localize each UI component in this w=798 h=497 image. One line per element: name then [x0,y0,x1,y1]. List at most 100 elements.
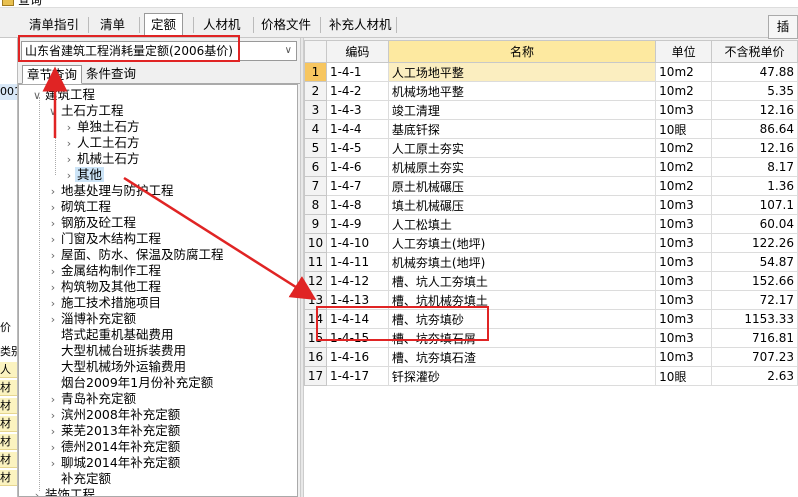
expand-icon[interactable]: › [47,264,59,280]
code-cell[interactable]: 1-4-1 [325,62,389,82]
expand-icon[interactable]: › [63,152,75,168]
table-row[interactable]: 12 1-4-12 槽、坑人工夯填土 10m3 152.66 [304,271,798,291]
column-header-price[interactable]: 不含税单价 [711,40,798,63]
name-cell[interactable]: 机械场地平整 [387,81,657,101]
table-row[interactable]: 5 1-4-5 人工原土夯实 10m2 12.16 [304,138,798,158]
expand-icon[interactable]: › [47,312,59,328]
row-number-cell[interactable]: 7 [304,176,327,196]
table-row[interactable]: 10 1-4-10 人工夯填土(地坪) 10m3 122.26 [304,233,798,253]
expand-icon[interactable]: › [47,200,59,216]
price-cell[interactable]: 1.36 [711,176,798,196]
unit-cell[interactable]: 10m2 [655,176,713,196]
column-header-name[interactable]: 名称 [387,40,657,63]
name-cell[interactable]: 机械夯填土(地坪) [387,252,657,272]
row-number-cell[interactable]: 10 [304,233,327,253]
price-cell[interactable]: 60.04 [711,214,798,234]
unit-cell[interactable]: 10眼 [655,366,713,386]
price-cell[interactable]: 1153.33 [711,309,798,329]
unit-cell[interactable]: 10m2 [655,138,713,158]
tree-node-binzhou-2008[interactable]: › 滨州2008年补充定额 [47,407,182,423]
tree-node-doors-windows[interactable]: › 门窗及木结构工程 [47,231,163,247]
tree-node-machine-transport[interactable]: 大型机械场外运输费用 [47,359,188,375]
name-cell[interactable]: 槽、坑夯填石渣 [387,347,657,367]
code-cell[interactable]: 1-4-9 [325,214,389,234]
name-cell[interactable]: 人工夯填土(地坪) [387,233,657,253]
code-cell[interactable]: 1-4-11 [325,252,389,272]
name-cell[interactable]: 机械原土夯实 [387,157,657,177]
tree-node-yantai-2009[interactable]: 烟台2009年1月份补充定额 [47,375,215,391]
tree-node-laiwu-2013[interactable]: › 莱芜2013年补充定额 [47,423,182,439]
expand-icon[interactable]: › [47,216,59,232]
table-row[interactable]: 8 1-4-8 填土机械碾压 10m3 107.1 [304,195,798,215]
name-cell[interactable]: 槽、坑机械夯填土 [387,290,657,310]
row-number-cell[interactable]: 12 [304,271,327,291]
table-row[interactable]: 13 1-4-13 槽、坑机械夯填土 10m3 72.17 [304,290,798,310]
row-number-cell[interactable]: 13 [304,290,327,310]
code-cell[interactable]: 1-4-14 [325,309,389,329]
name-cell[interactable]: 基底钎探 [387,119,657,139]
unit-cell[interactable]: 10m3 [655,100,713,120]
price-cell[interactable]: 72.17 [711,290,798,310]
row-number-cell[interactable]: 17 [304,366,327,386]
table-row[interactable]: 14 1-4-14 槽、坑夯填砂 10m3 1153.33 [304,309,798,329]
price-cell[interactable]: 12.16 [711,138,798,158]
tree-node-tower-crane[interactable]: 塔式起重机基础费用 [47,327,176,343]
table-row[interactable]: 2 1-4-2 机械场地平整 10m2 5.35 [304,81,798,101]
table-row[interactable]: 4 1-4-4 基底钎探 10眼 86.64 [304,119,798,139]
row-number-cell[interactable]: 6 [304,157,327,177]
code-cell[interactable]: 1-4-13 [325,290,389,310]
collapse-icon[interactable]: ∨ [47,104,59,120]
tab-bill[interactable]: 清单 [93,13,132,36]
unit-cell[interactable]: 10m3 [655,347,713,367]
name-cell[interactable]: 钎探灌砂 [387,366,657,386]
tree-node-rebar-concrete[interactable]: › 钢筋及砼工程 [47,215,138,231]
unit-cell[interactable]: 10m3 [655,252,713,272]
name-cell[interactable]: 槽、坑人工夯填土 [387,271,657,291]
code-cell[interactable]: 1-4-3 [325,100,389,120]
code-cell[interactable]: 1-4-17 [325,366,389,386]
table-row[interactable]: 17 1-4-17 钎探灌砂 10眼 2.63 [304,366,798,386]
unit-cell[interactable]: 10m3 [655,271,713,291]
unit-cell[interactable]: 10m3 [655,309,713,329]
expand-icon[interactable]: › [31,488,43,496]
name-cell[interactable]: 原土机械碾压 [387,176,657,196]
expand-icon[interactable]: › [47,296,59,312]
unit-cell[interactable]: 10m3 [655,214,713,234]
price-cell[interactable]: 86.64 [711,119,798,139]
code-cell[interactable]: 1-4-10 [325,233,389,253]
table-row[interactable]: 15 1-4-15 槽、坑夯填石屑 10m3 716.81 [304,328,798,348]
row-number-cell[interactable]: 5 [304,138,327,158]
tree-node-earthwork[interactable]: ∨ 土石方工程 [47,103,126,119]
table-row[interactable]: 16 1-4-16 槽、坑夯填石渣 10m3 707.23 [304,347,798,367]
row-number-cell[interactable]: 1 [304,62,327,82]
price-cell[interactable]: 8.17 [711,157,798,177]
row-number-cell[interactable]: 9 [304,214,327,234]
code-cell[interactable]: 1-4-12 [325,271,389,291]
row-number-cell[interactable]: 15 [304,328,327,348]
tree-node-machine-install[interactable]: 大型机械台班拆装费用 [47,343,188,359]
tree-node-decoration[interactable]: › 装饰工程 [31,487,97,496]
price-cell[interactable]: 716.81 [711,328,798,348]
tree-node-supplement[interactable]: 补充定额 [47,471,113,487]
name-cell[interactable]: 填土机械碾压 [387,195,657,215]
tree-node-manual-earthwork[interactable]: › 人工土石方 [63,135,142,151]
table-row[interactable]: 3 1-4-3 竣工清理 10m3 12.16 [304,100,798,120]
unit-cell[interactable]: 10m2 [655,81,713,101]
tree-node-structures-other[interactable]: › 构筑物及其他工程 [47,279,163,295]
expand-icon[interactable]: › [47,248,59,264]
expand-icon[interactable]: › [63,136,75,152]
name-cell[interactable]: 竣工清理 [387,100,657,120]
price-cell[interactable]: 707.23 [711,347,798,367]
table-row[interactable]: 7 1-4-7 原土机械碾压 10m2 1.36 [304,176,798,196]
tree-node-technical-measures[interactable]: › 施工技术措施项目 [47,295,163,311]
tree-node-dezhou-2014[interactable]: › 德州2014年补充定额 [47,439,182,455]
price-cell[interactable]: 47.88 [711,62,798,82]
tab-quota[interactable]: 定额 [144,13,184,37]
code-cell[interactable]: 1-4-16 [325,347,389,367]
table-row[interactable]: 1 1-4-1 人工场地平整 10m2 47.88 [304,62,798,82]
price-cell[interactable]: 122.26 [711,233,798,253]
price-cell[interactable]: 2.63 [711,366,798,386]
code-cell[interactable]: 1-4-2 [325,81,389,101]
unit-cell[interactable]: 10眼 [655,119,713,139]
row-number-cell[interactable]: 3 [304,100,327,120]
